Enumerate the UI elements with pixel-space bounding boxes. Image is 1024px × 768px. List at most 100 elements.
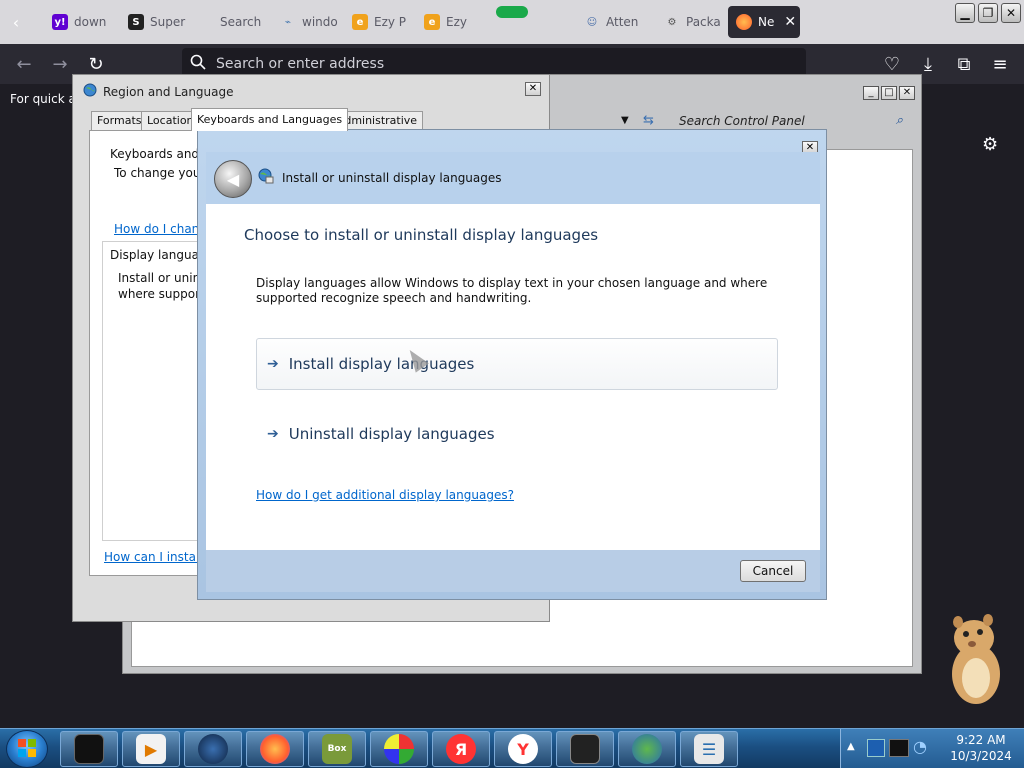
option-label: Install display languages [288, 355, 475, 373]
browser-tab[interactable]: ⌁ windo [272, 6, 342, 38]
taskbar-firefox[interactable] [246, 731, 304, 767]
wikihow-icon: ⌁ [284, 16, 292, 28]
description-text: Display languages allow Windows to displ… [256, 276, 768, 305]
screen-icon [570, 734, 600, 764]
tray-monitor-icon[interactable] [889, 739, 909, 757]
show-hidden-icons-icon[interactable]: ▲ [847, 741, 855, 752]
tab-label: Search [220, 15, 262, 29]
dialog-footer: Cancel [206, 550, 820, 592]
clock-date: 10/3/2024 [950, 749, 1012, 763]
tray-app-icon[interactable] [867, 739, 885, 757]
dialog-title: Region and Language [103, 84, 234, 99]
dialog-title-row: Install or uninstall display languages [258, 168, 502, 187]
start-button[interactable] [6, 730, 48, 768]
yandex-browser-icon: Y [508, 734, 538, 764]
chevron-down-icon[interactable]: ▼ [621, 115, 629, 126]
back-arrow-icon[interactable]: ← [12, 52, 36, 76]
language-globe-icon [258, 168, 274, 187]
system-tray: ▲ ◔ 9:22 AM 10/3/2024 [840, 729, 1024, 768]
tab-formats[interactable]: Formats [91, 111, 148, 131]
media-player-icon: ▶ [136, 734, 166, 764]
search-icon [190, 54, 206, 74]
tab-keyboards-languages[interactable]: Keyboards and Languages [191, 108, 349, 131]
tab-label: Ne [758, 15, 775, 29]
taskbar-yandex[interactable]: Я [432, 731, 490, 767]
browser-tab-active[interactable]: Ne ✕ [728, 6, 800, 38]
superuser-icon: S [128, 14, 144, 30]
browser-tab[interactable]: ☺ Atten [576, 6, 656, 38]
close-icon[interactable]: ✕ [525, 82, 541, 96]
search-icon: ⌕ [895, 113, 903, 128]
taskbar-media-player[interactable]: ▶ [122, 731, 180, 767]
search-placeholder: Search Control Panel [679, 114, 805, 128]
uninstall-display-languages-button[interactable]: ➔ Uninstall display languages [256, 408, 778, 460]
close-tab-icon[interactable]: ✕ [784, 14, 796, 30]
keyboards-help-link[interactable]: How do I chang [114, 222, 207, 236]
dialog-title: Install or uninstall display languages [282, 170, 502, 185]
clock[interactable]: 9:22 AM 10/3/2024 [941, 732, 1021, 764]
box-game-icon: Box [322, 734, 352, 764]
extensions-icon[interactable]: ⧉ [952, 52, 976, 76]
taskbar-screen[interactable] [556, 731, 614, 767]
drag-handle [496, 6, 528, 18]
globe-icon [198, 734, 228, 764]
windows-logo-icon [17, 738, 37, 761]
cancel-button[interactable]: Cancel [740, 560, 806, 582]
minimize-icon[interactable]: _ [863, 86, 879, 100]
taskbar-box-game[interactable]: Box [308, 731, 366, 767]
yandex-icon: Я [446, 734, 476, 764]
additional-languages-link[interactable]: How do I get additional display language… [256, 488, 514, 502]
download-icon[interactable]: ⤓ [916, 52, 940, 76]
terminal-icon [74, 734, 104, 764]
yahoo-icon: y! [52, 14, 68, 30]
tab-label: windo [302, 15, 338, 29]
dialog-content: Choose to install or uninstall display l… [206, 204, 820, 550]
browser-tab[interactable]: S Super [120, 6, 210, 38]
minimize-icon[interactable]: ▁ [955, 3, 975, 23]
taskbar-control-panel[interactable]: ☰ [680, 731, 738, 767]
browser-tab[interactable]: e Ezy [416, 6, 476, 38]
ezy-icon: e [424, 14, 440, 30]
firefox-icon [736, 14, 752, 30]
taskbar-color-wheel[interactable] [370, 731, 428, 767]
tab-label: Ezy P [374, 15, 407, 29]
gear-icon[interactable]: ⚙ [982, 134, 998, 155]
restore-icon[interactable]: ❐ [978, 3, 998, 23]
tab-label: Super [150, 15, 186, 29]
taskbar-globe[interactable] [184, 731, 242, 767]
arrow-right-icon: ➔ [267, 356, 279, 372]
dialog-header: ◀ Install or uninstall display languages [206, 152, 820, 204]
close-window-icon[interactable]: ✕ [1001, 3, 1021, 23]
browser-tab-bar: ‹ y! down S Super Search ⌁ windo e Ezy P… [0, 0, 1024, 44]
refresh-icon[interactable]: ⇆ [643, 113, 654, 128]
globe-icon [83, 83, 97, 100]
browser-tab[interactable]: y! down [44, 6, 118, 38]
pocket-icon[interactable]: ♡ [880, 52, 904, 76]
browser-tab[interactable]: ⚙ Packa [656, 6, 730, 38]
firefox-icon [260, 734, 290, 764]
back-icon[interactable]: ◀ [214, 160, 252, 198]
maximize-icon[interactable]: □ [881, 86, 897, 100]
control-panel-icon: ☰ [694, 734, 724, 764]
package-icon: ⚙ [667, 16, 677, 28]
option-label: Uninstall display languages [288, 425, 495, 443]
menu-icon[interactable]: ≡ [988, 52, 1012, 76]
taskbar-terminal[interactable] [60, 731, 118, 767]
browser-tab[interactable]: e Ezy P [344, 6, 414, 38]
tab-label: down [74, 15, 107, 29]
taskbar-network[interactable] [618, 731, 676, 767]
taskbar-yandex-browser[interactable]: Y [494, 731, 552, 767]
tab-scroll-left-icon[interactable]: ‹ [4, 10, 28, 34]
forward-arrow-icon[interactable]: → [48, 52, 72, 76]
tab-label: Ezy [446, 15, 467, 29]
install-display-languages-button[interactable]: ➔ Install display languages [256, 338, 778, 390]
keyboards-text: To change your [114, 166, 206, 180]
tab-label: Atten [606, 15, 639, 29]
main-instruction: Choose to install or uninstall display l… [244, 226, 599, 244]
arrow-right-icon: ➔ [267, 426, 279, 442]
reload-icon[interactable]: ↻ [84, 52, 108, 76]
network-tray-icon[interactable]: ◔ [913, 737, 927, 756]
people-icon: ☺ [586, 16, 598, 28]
browser-tab[interactable]: Search [212, 6, 270, 38]
close-icon[interactable]: ✕ [899, 86, 915, 100]
